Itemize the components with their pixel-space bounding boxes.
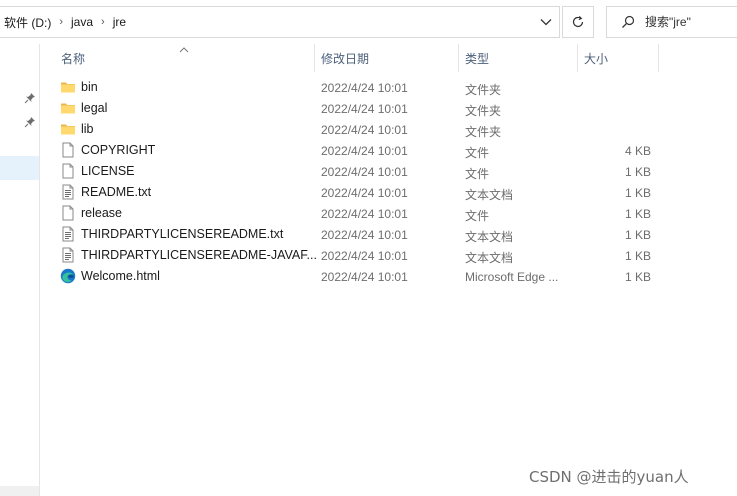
file-row[interactable]: lib 2022/4/24 10:01 文件夹 <box>55 119 675 140</box>
file-name: COPYRIGHT <box>81 143 156 157</box>
nav-scrollbar[interactable] <box>0 486 39 496</box>
folder-icon <box>60 121 76 137</box>
file-date: 2022/4/24 10:01 <box>321 270 408 284</box>
column-header-name[interactable]: 名称 <box>55 44 315 72</box>
file-row[interactable]: release 2022/4/24 10:01 文件 1 KB <box>55 203 675 224</box>
file-size: 1 KB <box>624 165 651 179</box>
text-file-icon <box>60 247 76 263</box>
column-header-date[interactable]: 修改日期 <box>315 44 458 72</box>
file-row[interactable]: LICENSE 2022/4/24 10:01 文件 1 KB <box>55 161 675 182</box>
text-file-icon <box>60 226 76 242</box>
file-name: bin <box>81 80 98 94</box>
file-date: 2022/4/24 10:01 <box>321 207 408 221</box>
address-bar[interactable]: 软件 (D:) › java › jre <box>0 6 560 38</box>
navigation-pane[interactable] <box>0 44 40 496</box>
breadcrumb-drive[interactable]: 软件 (D:) <box>0 14 53 31</box>
file-date: 2022/4/24 10:01 <box>321 144 408 158</box>
file-row[interactable]: COPYRIGHT 2022/4/24 10:01 文件 4 KB <box>55 140 675 161</box>
file-row[interactable]: bin 2022/4/24 10:01 文件夹 <box>55 77 675 98</box>
column-divider[interactable] <box>658 44 659 72</box>
search-box[interactable] <box>606 6 737 38</box>
folder-icon <box>60 79 76 95</box>
file-date: 2022/4/24 10:01 <box>321 81 408 95</box>
file-date: 2022/4/24 10:01 <box>321 186 408 200</box>
column-header-size[interactable]: 大小 <box>578 44 658 72</box>
file-name: LICENSE <box>81 164 135 178</box>
file-size: 1 KB <box>624 186 651 200</box>
file-name: release <box>81 206 122 220</box>
file-size: 4 KB <box>624 144 651 158</box>
file-type: 文件 <box>465 146 490 160</box>
edge-icon <box>60 268 76 284</box>
column-header-type-label: 类型 <box>465 51 490 66</box>
file-type: 文件 <box>465 209 490 223</box>
file-name: README.txt <box>81 185 152 199</box>
file-size: 1 KB <box>624 249 651 263</box>
file-icon <box>60 205 76 221</box>
file-row[interactable]: README.txt 2022/4/24 10:01 文本文档 1 KB <box>55 182 675 203</box>
file-size: 1 KB <box>624 228 651 242</box>
file-type: 文件夹 <box>465 104 502 118</box>
file-size: 1 KB <box>624 270 651 284</box>
file-date: 2022/4/24 10:01 <box>321 102 408 116</box>
watermark: CSDN @进击的yuan人 <box>529 468 689 486</box>
pin-icon <box>24 92 36 104</box>
file-row[interactable]: THIRDPARTYLICENSEREADME.txt 2022/4/24 10:… <box>55 224 675 245</box>
nav-item-selected[interactable] <box>0 156 39 180</box>
file-name: legal <box>81 101 108 115</box>
folder-icon <box>60 100 76 116</box>
breadcrumb-jre[interactable]: jre <box>111 15 128 29</box>
pin-icon <box>24 116 36 128</box>
breadcrumb-java[interactable]: java <box>69 15 95 29</box>
file-type: 文本文档 <box>465 251 514 265</box>
search-input[interactable] <box>645 15 725 29</box>
text-file-icon <box>60 184 76 200</box>
chevron-right-icon[interactable]: › <box>95 16 111 28</box>
file-name: lib <box>81 122 94 136</box>
file-icon <box>60 163 76 179</box>
file-icon <box>60 142 76 158</box>
file-row[interactable]: legal 2022/4/24 10:01 文件夹 <box>55 98 675 119</box>
file-type: 文件 <box>465 167 490 181</box>
file-row[interactable]: THIRDPARTYLICENSEREADME-JAVAF... 2022/4/2… <box>55 245 675 266</box>
file-type: 文本文档 <box>465 230 514 244</box>
search-icon <box>621 15 635 29</box>
file-row[interactable]: Welcome.html 2022/4/24 10:01 Microsoft Edg… <box>55 266 675 287</box>
refresh-icon <box>571 15 585 29</box>
chevron-down-icon[interactable] <box>539 15 553 29</box>
file-date: 2022/4/24 10:01 <box>321 228 408 242</box>
file-name: THIRDPARTYLICENSEREADME-JAVAF... <box>81 248 317 262</box>
file-list: bin 2022/4/24 10:01 文件夹 legal 2022/4/24 10:0… <box>55 77 675 287</box>
column-header-size-label: 大小 <box>584 51 609 66</box>
file-type: 文件夹 <box>465 83 502 97</box>
column-header-name-label: 名称 <box>61 51 86 66</box>
file-date: 2022/4/24 10:01 <box>321 123 408 137</box>
file-name: Welcome.html <box>81 269 160 283</box>
column-header-date-label: 修改日期 <box>321 51 370 66</box>
file-type: 文件夹 <box>465 125 502 139</box>
chevron-right-icon[interactable]: › <box>53 16 69 28</box>
column-header-type[interactable]: 类型 <box>459 44 577 72</box>
file-size: 1 KB <box>624 207 651 221</box>
file-name: THIRDPARTYLICENSEREADME.txt <box>81 227 284 241</box>
file-date: 2022/4/24 10:01 <box>321 165 408 179</box>
refresh-button[interactable] <box>562 6 594 38</box>
file-date: 2022/4/24 10:01 <box>321 249 408 263</box>
file-type: Microsoft Edge ... <box>465 270 559 284</box>
file-type: 文本文档 <box>465 188 514 202</box>
